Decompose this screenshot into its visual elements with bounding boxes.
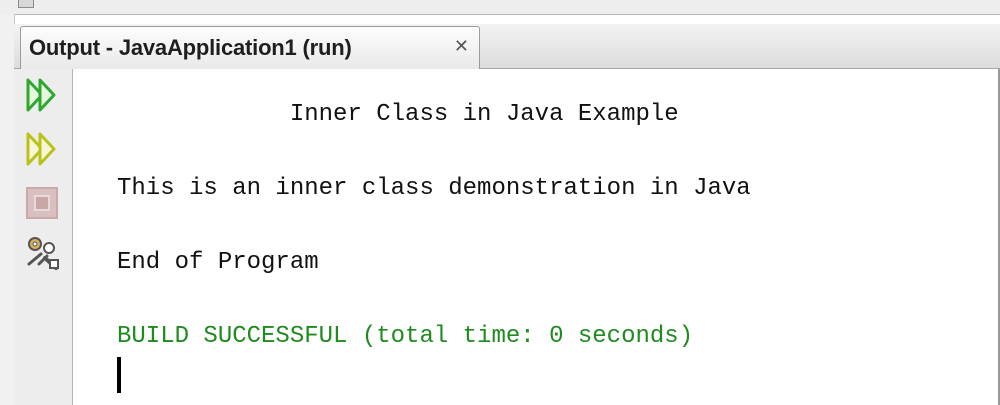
- double-play-green-icon: [26, 78, 56, 112]
- wrench-gears-icon: [27, 237, 59, 270]
- output-tab-bar: Output - JavaApplication1 (run) ✕: [14, 24, 1000, 69]
- build-status-line: BUILD SUCCESSFUL (total time: 0 seconds): [117, 323, 694, 350]
- output-line: End of Program: [117, 249, 319, 276]
- rerun-with-parameters-button[interactable]: [22, 129, 62, 169]
- output-line: This is an inner class demonstration in …: [117, 175, 751, 202]
- rerun-button[interactable]: [22, 75, 62, 115]
- toolbar-fragment: [40, 0, 480, 5]
- close-icon[interactable]: ✕: [454, 36, 469, 57]
- editor-toolbar-strip: [0, 0, 1000, 15]
- left-window-edge: [0, 14, 15, 405]
- output-tab[interactable]: Output - JavaApplication1 (run) ✕: [20, 26, 480, 69]
- output-tab-title: Output - JavaApplication1 (run): [29, 35, 352, 60]
- text-caret: [117, 357, 121, 393]
- output-line: Inner Class in Java Example: [117, 101, 679, 128]
- output-side-toolbar: [14, 69, 73, 405]
- double-play-yellow-icon: [26, 132, 56, 166]
- settings-button[interactable]: [22, 233, 62, 273]
- output-console[interactable]: Inner Class in Java Example This is an i…: [73, 69, 1000, 405]
- stop-square-icon: [26, 187, 58, 219]
- toolbar-fragment-icon: [18, 0, 34, 8]
- stop-button[interactable]: [22, 183, 62, 223]
